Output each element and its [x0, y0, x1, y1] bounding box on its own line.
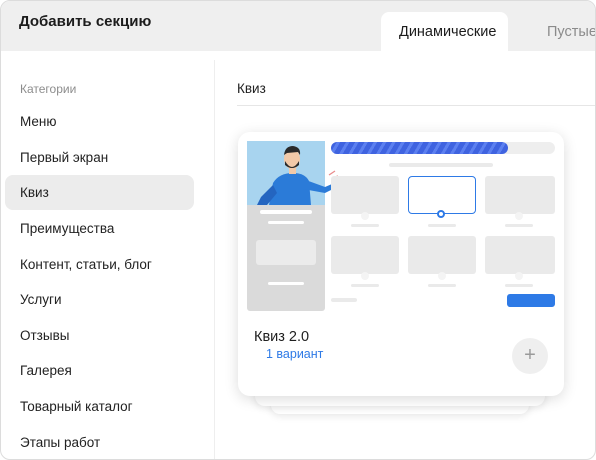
preview-radio-icon — [361, 212, 369, 220]
preview-line — [260, 210, 312, 214]
sidebar-item-catalog[interactable]: Товарный каталог — [5, 389, 194, 424]
tab-dynamic[interactable]: Динамические — [381, 12, 508, 51]
preview-next-button — [507, 294, 555, 307]
preview-line — [389, 163, 493, 167]
preview-line — [428, 224, 456, 227]
preview-progress-fill — [331, 142, 508, 154]
preview-radio-icon — [438, 272, 446, 280]
preview-line — [268, 221, 304, 224]
sidebar-item-gallery[interactable]: Галерея — [5, 353, 194, 388]
sidebar-item-advantages[interactable]: Преимущества — [5, 211, 194, 246]
panel-title: Добавить секцию — [19, 13, 152, 30]
preview-line — [428, 284, 456, 287]
category-sidebar: Категории Меню Первый экран Квиз Преимущ… — [1, 51, 207, 459]
preview-line — [505, 284, 533, 287]
template-card[interactable]: Квиз 2.0 1 вариант + — [238, 132, 564, 396]
add-template-button[interactable]: + — [512, 338, 548, 374]
preview-option — [331, 236, 399, 274]
sidebar-item-menu[interactable]: Меню — [5, 104, 194, 139]
preview-radio-icon — [515, 272, 523, 280]
plus-icon: + — [524, 344, 536, 366]
add-section-panel: Добавить секцию Динамические Пустые Кате… — [0, 0, 596, 460]
categories-heading: Категории — [20, 82, 77, 96]
template-name: Квиз 2.0 — [254, 329, 310, 345]
tab-empty[interactable]: Пустые — [527, 12, 595, 51]
sidebar-item-quiz[interactable]: Квиз — [5, 175, 194, 210]
preview-radio-icon — [437, 210, 445, 218]
template-preview — [247, 141, 555, 311]
sidebar-item-first-screen[interactable]: Первый экран — [5, 140, 194, 175]
preview-line — [331, 298, 357, 302]
sidebar-item-work-stages[interactable]: Этапы работ — [5, 425, 194, 459]
preview-input-block — [256, 240, 316, 265]
preview-line — [268, 282, 304, 285]
preview-option — [408, 236, 476, 274]
preview-line — [505, 224, 533, 227]
template-variant-count[interactable]: 1 вариант — [266, 347, 323, 361]
preview-line — [351, 224, 379, 227]
section-divider — [237, 105, 595, 106]
sidebar-item-services[interactable]: Услуги — [5, 282, 194, 317]
sidebar-divider — [214, 60, 215, 459]
preview-radio-icon — [515, 212, 523, 220]
preview-option — [485, 236, 555, 274]
preview-option — [331, 176, 399, 214]
sidebar-item-reviews[interactable]: Отзывы — [5, 318, 194, 353]
preview-option-selected — [408, 176, 476, 214]
preview-option — [485, 176, 555, 214]
section-title: Квиз — [237, 81, 266, 96]
preview-radio-icon — [361, 272, 369, 280]
sidebar-item-content[interactable]: Контент, статьи, блог — [5, 247, 194, 282]
preview-line — [351, 284, 379, 287]
panel-header: Добавить секцию Динамические Пустые — [1, 1, 595, 51]
